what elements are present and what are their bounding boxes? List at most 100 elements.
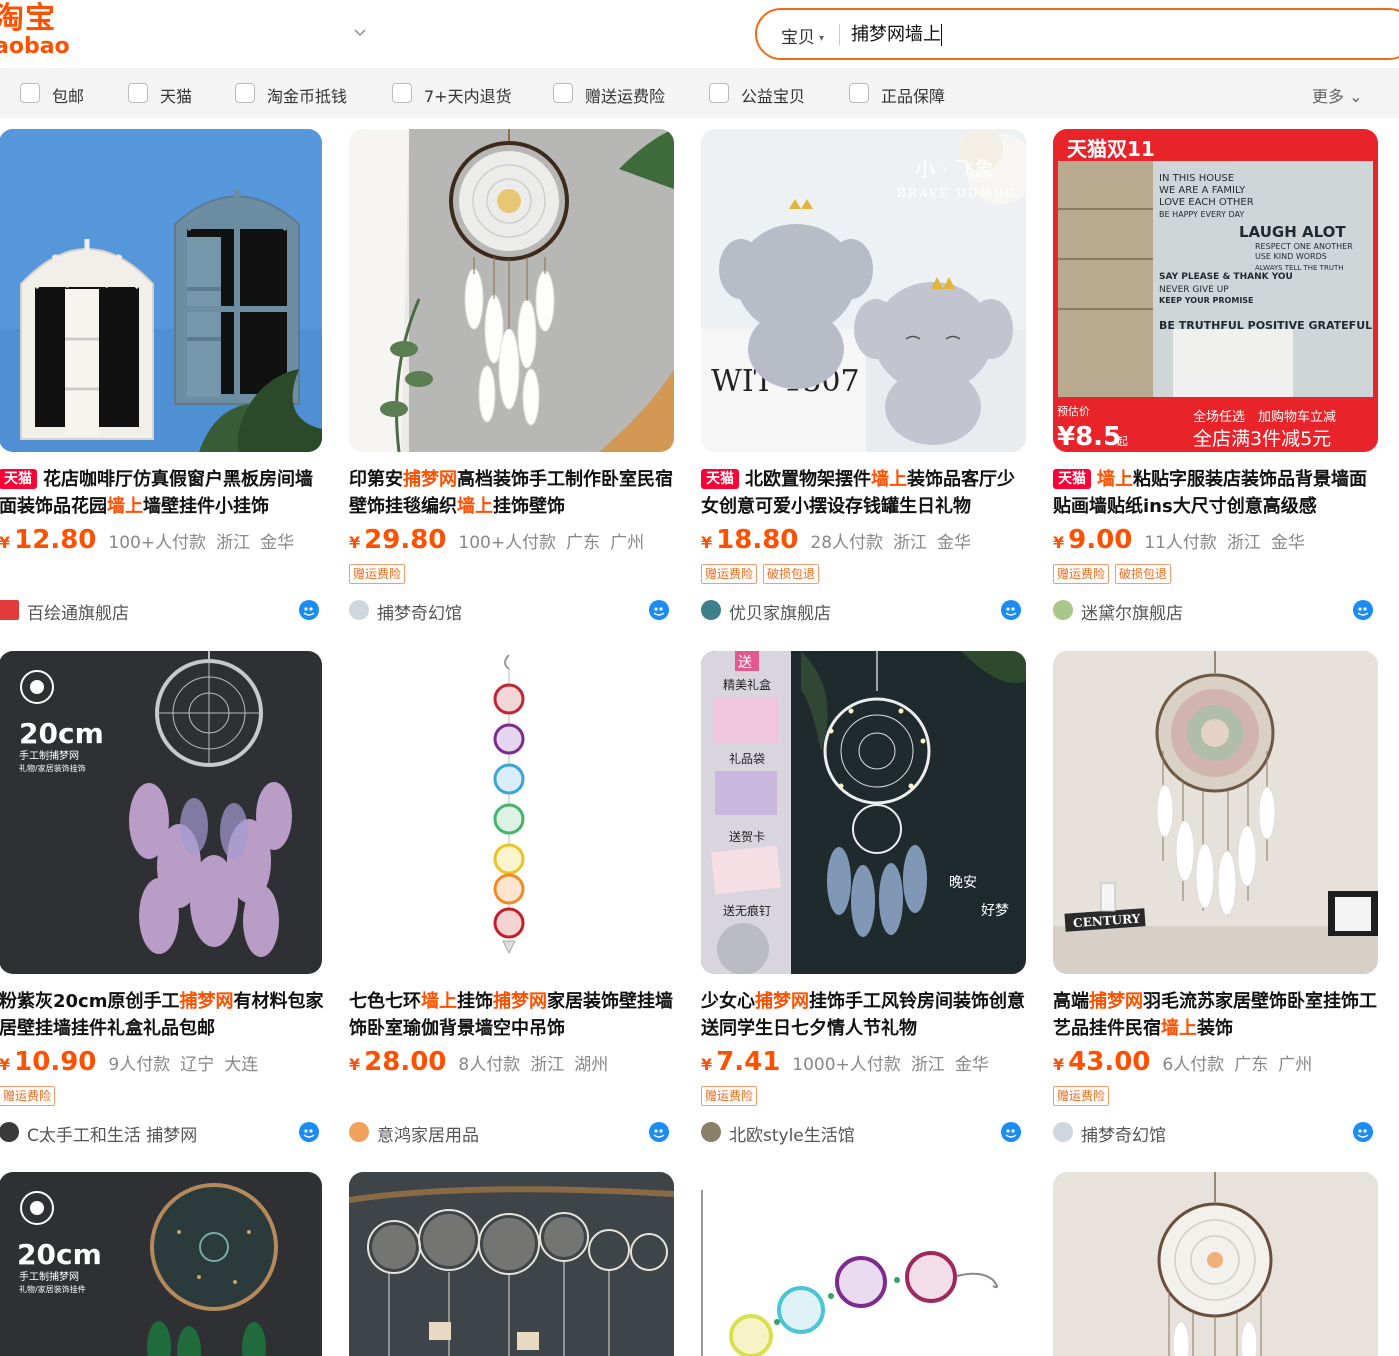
search-type-select[interactable]: 宝贝 ▾ xyxy=(781,23,824,48)
product-image[interactable]: 送 精美礼盒 礼品袋 送贺卡 送无痕钉 晚安 好梦 xyxy=(701,651,1026,974)
wangwang-chat-icon[interactable] xyxy=(648,1121,670,1143)
title-highlight: 捕梦网 xyxy=(403,469,457,490)
sales-count: 28人付款 xyxy=(810,533,884,553)
product-card[interactable] xyxy=(701,1172,1031,1356)
wangwang-chat-icon[interactable] xyxy=(648,599,670,621)
product-card[interactable]: 天猫双11 IN THIS HOUSE WE ARE A FAMILY LOVE… xyxy=(1053,129,1383,629)
service-tag: 赠运费险 xyxy=(701,1086,758,1106)
shop-logo xyxy=(701,600,721,620)
product-title[interactable]: 天猫 北欧置物架摆件墙上装饰品客厅少女创意可爱小摆设存钱罐生日礼物 xyxy=(701,466,1031,520)
checkbox[interactable] xyxy=(235,83,255,103)
promo-line: 全场任选 加购物车立减 xyxy=(1193,409,1336,425)
price-row: ¥9.00 11人付款 浙江 金华 xyxy=(1053,525,1315,557)
shop-name[interactable]: 捕梦奇幻馆 xyxy=(377,599,462,624)
service-tag: 赠运费险 xyxy=(0,1086,56,1106)
wangwang-chat-icon[interactable] xyxy=(1000,599,1022,621)
search-input[interactable] xyxy=(851,22,1351,43)
brand-watermark-en: BRAVE DUMBO xyxy=(897,186,1017,200)
product-title[interactable]: 天猫 花店咖啡厅仿真假窗户黑板房间墙面装饰品花园墙上墙壁挂件小挂饰 xyxy=(0,466,329,520)
shop-row[interactable]: 意鸿家居用品 xyxy=(349,1119,672,1146)
shop-name[interactable]: C太手工和生活 捕梦网 xyxy=(27,1121,197,1146)
product-card[interactable]: 送 精美礼盒 礼品袋 送贺卡 送无痕钉 晚安 好梦 少女心捕梦网挂饰手工风铃房间… xyxy=(701,651,1031,1151)
shop-name[interactable]: 意鸿家居用品 xyxy=(377,1121,479,1146)
product-card[interactable]: 20cm 手工制捕梦网 礼物/家居装饰挂件 xyxy=(0,1172,329,1356)
shop-name[interactable]: 捕梦奇幻馆 xyxy=(1081,1121,1166,1146)
location-province: 辽宁 xyxy=(180,1055,215,1075)
product-card[interactable] xyxy=(1053,1172,1383,1356)
product-card[interactable]: 七色七环墙上挂饰捕梦网家居装饰壁挂墙饰卧室瑜伽背景墙空中吊饰 ¥28.00 8人付… xyxy=(349,651,679,1151)
checkbox[interactable] xyxy=(20,83,40,103)
product-card[interactable]: 天猫 花店咖啡厅仿真假窗户黑板房间墙面装饰品花园墙上墙壁挂件小挂饰 ¥12.80 1… xyxy=(0,129,329,629)
filter-label: 赠送运费险 xyxy=(585,87,666,106)
checkbox[interactable] xyxy=(553,83,573,103)
product-title[interactable]: 七色七环墙上挂饰捕梦网家居装饰壁挂墙饰卧室瑜伽背景墙空中吊饰 xyxy=(349,988,679,1042)
product-image[interactable] xyxy=(1053,1172,1378,1356)
product-image[interactable] xyxy=(349,651,674,974)
product-card[interactable]: WIT 1507 小 · 飞象 BRAVE DUMBO 天猫北欧置物架摆件墙上装… xyxy=(701,129,1031,629)
shop-name[interactable]: 北欧style生活馆 xyxy=(729,1121,855,1146)
product-image[interactable] xyxy=(0,129,322,452)
checkbox[interactable] xyxy=(849,83,869,103)
promo-est-label: 预估价 xyxy=(1057,405,1090,418)
shop-logo xyxy=(349,1122,369,1142)
more-filters-button[interactable]: 更多 ⌄ xyxy=(1312,83,1363,107)
product-image[interactable]: WIT 1507 小 · 飞象 BRAVE DUMBO xyxy=(701,129,1026,452)
poster-text: ALWAYS TELL THE TRUTH xyxy=(1255,264,1344,272)
product-image[interactable] xyxy=(349,129,674,452)
product-title[interactable]: 印第安捕梦网高档装饰手工制作卧室民宿壁饰挂毯编织墙上挂饰壁饰 xyxy=(349,466,679,520)
product-image[interactable] xyxy=(349,1172,674,1356)
wangwang-chat-icon[interactable] xyxy=(1352,599,1374,621)
checkbox[interactable] xyxy=(128,83,148,103)
product-title[interactable]: 少女心捕梦网挂饰手工风铃房间装饰创意送同学生日七夕情人节礼物 xyxy=(701,988,1031,1042)
checkbox[interactable] xyxy=(392,83,412,103)
currency-symbol: ¥ xyxy=(1053,533,1065,552)
more-label: 更多 xyxy=(1312,87,1345,106)
currency-symbol: ¥ xyxy=(1053,1055,1065,1074)
chevron-down-icon[interactable] xyxy=(352,24,368,40)
sales-count: 8人付款 xyxy=(458,1055,521,1075)
service-tag: 破损包退 xyxy=(763,564,820,584)
shop-row[interactable]: 优贝家旗舰店 xyxy=(701,597,1024,624)
title-text: 挂饰 xyxy=(457,991,493,1012)
product-image[interactable]: CENTURY xyxy=(1053,651,1378,974)
shop-name[interactable]: 百绘通旗舰店 xyxy=(27,599,129,624)
shop-row[interactable]: 捕梦奇幻馆 xyxy=(349,597,672,624)
title-highlight: 捕梦网 xyxy=(493,991,547,1012)
product-card[interactable] xyxy=(349,1172,679,1356)
price: 29.80 xyxy=(364,525,447,555)
service-tag: 赠运费险 xyxy=(349,564,406,584)
product-card[interactable]: 印第安捕梦网高档装饰手工制作卧室民宿壁饰挂毯编织墙上挂饰壁饰 ¥29.80 100… xyxy=(349,129,679,629)
product-card[interactable]: CENTURY 高端捕梦网羽毛流苏家居壁饰卧室挂饰工艺品挂件民宿墙上装饰 ¥43… xyxy=(1053,651,1383,1151)
shop-row[interactable]: 迷黛尔旗舰店 xyxy=(1053,597,1376,624)
product-title[interactable]: 高端捕梦网羽毛流苏家居壁饰卧室挂饰工艺品挂件民宿墙上装饰 xyxy=(1053,988,1383,1042)
product-image[interactable] xyxy=(701,1172,1026,1356)
shop-name[interactable]: 迷黛尔旗舰店 xyxy=(1081,599,1183,624)
product-image[interactable]: 20cm 手工制捕梦网 礼物/家居装饰挂饰 xyxy=(0,651,322,974)
taobao-logo[interactable]: 淘宝 aobao xyxy=(0,4,70,58)
price-row: ¥7.41 1000+人付款 浙江 金华 xyxy=(701,1047,999,1079)
shop-row[interactable]: 百绘通旗舰店 xyxy=(0,597,322,624)
shop-name[interactable]: 优贝家旗舰店 xyxy=(729,599,831,624)
wangwang-chat-icon[interactable] xyxy=(1352,1121,1374,1143)
shop-row[interactable]: C太手工和生活 捕梦网 xyxy=(0,1119,322,1146)
product-title[interactable]: 粉紫灰20cm原创手工捕梦网有材料包家居壁挂墙挂件礼盒礼品包邮 xyxy=(0,988,329,1042)
checkbox[interactable] xyxy=(709,83,729,103)
wangwang-chat-icon[interactable] xyxy=(298,599,320,621)
product-card[interactable]: 20cm 手工制捕梦网 礼物/家居装饰挂饰 粉紫灰20cm原创手工捕梦网有材料包… xyxy=(0,651,329,1151)
product-title[interactable]: 天猫 墙上粘贴字服装店装饰品背景墙面贴画墙贴纸ins大尺寸创意高级感 xyxy=(1053,466,1383,520)
product-image[interactable]: 20cm 手工制捕梦网 礼物/家居装饰挂件 xyxy=(0,1172,322,1356)
wangwang-chat-icon[interactable] xyxy=(298,1121,320,1143)
shop-row[interactable]: 捕梦奇幻馆 xyxy=(1053,1119,1376,1146)
price: 12.80 xyxy=(14,525,97,555)
shop-row[interactable]: 北欧style生活馆 xyxy=(701,1119,1024,1146)
sales-count: 100+人付款 xyxy=(458,533,557,553)
location-province: 浙江 xyxy=(1226,533,1261,553)
location-province: 浙江 xyxy=(893,533,928,553)
title-highlight: 捕梦网 xyxy=(755,991,809,1012)
title-highlight: 墙上 xyxy=(457,496,493,517)
search-box[interactable]: 宝贝 ▾ xyxy=(755,8,1399,60)
product-image[interactable]: 天猫双11 IN THIS HOUSE WE ARE A FAMILY LOVE… xyxy=(1053,129,1378,452)
wangwang-chat-icon[interactable] xyxy=(1000,1121,1022,1143)
service-tags: 赠运费险 xyxy=(1053,1085,1115,1107)
filter-label: 包邮 xyxy=(52,87,85,106)
